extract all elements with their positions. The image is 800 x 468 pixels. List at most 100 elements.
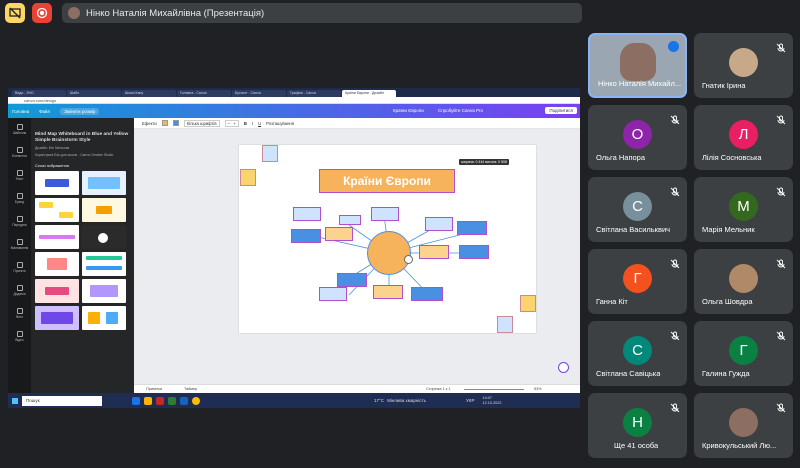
participant-tile[interactable]: С Світлана Савіцька xyxy=(588,321,687,386)
rail-item[interactable]: Додатки xyxy=(8,279,31,302)
border-swatch[interactable] xyxy=(172,120,179,126)
browser-tab[interactable]: Види - ЗНО xyxy=(12,90,66,97)
template-thumb[interactable] xyxy=(82,306,126,330)
rail-item[interactable]: Проєкти xyxy=(8,256,31,279)
rail-item[interactable]: Передати xyxy=(8,210,31,233)
participant-tile[interactable]: М Марія Мельник xyxy=(694,177,793,242)
participant-tile[interactable]: Л Лілія Сосновська xyxy=(694,105,793,170)
template-thumb[interactable] xyxy=(35,252,79,276)
canva-header: Головна Файл Змінити розмір Країни Європ… xyxy=(8,104,580,118)
share-button[interactable]: Поділитися xyxy=(545,107,577,114)
sticky-note[interactable] xyxy=(520,295,536,312)
app-icon[interactable] xyxy=(168,396,176,405)
map-node[interactable] xyxy=(293,207,321,221)
board-title-box[interactable]: Країни Європи xyxy=(319,169,455,193)
italic-button[interactable]: I xyxy=(252,121,253,126)
rail-label: Фото xyxy=(15,315,24,319)
center-node[interactable] xyxy=(367,231,411,275)
app-icon[interactable] xyxy=(144,396,152,405)
sticky-note[interactable] xyxy=(262,145,278,162)
app-icon[interactable] xyxy=(180,396,188,405)
underline-button[interactable]: U xyxy=(258,121,261,126)
map-node[interactable] xyxy=(371,207,399,221)
sticky-note[interactable] xyxy=(497,316,513,333)
map-node[interactable] xyxy=(339,215,361,225)
template-thumb[interactable] xyxy=(82,279,126,303)
record-button[interactable] xyxy=(32,3,52,23)
effects-button[interactable]: Ефекти xyxy=(142,121,157,126)
app-icon[interactable] xyxy=(132,396,140,405)
taskbar-search[interactable]: Пошук xyxy=(22,395,102,406)
rail-item[interactable]: Відео xyxy=(8,325,31,348)
zoom-slider[interactable] xyxy=(464,389,524,390)
template-thumb[interactable] xyxy=(82,171,126,195)
participant-tile[interactable]: О Ольга Напора xyxy=(588,105,687,170)
map-node[interactable] xyxy=(319,287,347,301)
map-node[interactable] xyxy=(325,227,353,241)
mic-off-icon xyxy=(776,40,786,53)
browser-tab[interactable]: Головна - Canva xyxy=(177,90,231,97)
browser-tab[interactable]: Графіки - Canva xyxy=(287,90,341,97)
rail-item[interactable]: Шаблони xyxy=(8,118,31,141)
browser-tab[interactable]: Шабл xyxy=(67,90,121,97)
try-pro-button[interactable]: Спробуйте Canva Pro xyxy=(438,108,483,113)
mic-off-icon xyxy=(776,256,786,269)
rail-item[interactable]: Бренд xyxy=(8,187,31,210)
assistant-button[interactable] xyxy=(558,362,569,373)
template-thumb[interactable] xyxy=(35,171,79,195)
template-thumb[interactable] xyxy=(82,252,126,276)
map-node[interactable] xyxy=(419,245,449,259)
position-button[interactable]: Розташування xyxy=(266,121,294,126)
whiteboard[interactable]: Країни Європи ширина: 0 444 висота: 0 50… xyxy=(239,145,536,333)
template-thumb[interactable] xyxy=(35,225,79,249)
template-note: Користувачі Edu-для школи - Canva Creati… xyxy=(35,153,114,157)
cast-off-button[interactable] xyxy=(5,3,25,23)
chrome-icon[interactable] xyxy=(192,396,200,405)
home-link[interactable]: Головна xyxy=(12,109,29,114)
map-node[interactable] xyxy=(411,287,443,301)
participant-tile[interactable]: Кривокульський Лю... xyxy=(694,393,793,458)
template-thumb[interactable] xyxy=(35,198,79,222)
canvas-area[interactable]: Країни Європи ширина: 0 444 висота: 0 50… xyxy=(134,129,580,384)
weather-desc: Мінлива хмарність xyxy=(387,398,427,403)
start-icon[interactable] xyxy=(12,397,18,404)
map-node[interactable] xyxy=(337,273,367,287)
font-select[interactable]: Кілька шрифтів xyxy=(183,119,220,127)
design-title[interactable]: Країни Європи xyxy=(393,108,424,113)
map-node[interactable] xyxy=(457,221,487,235)
rotate-handle[interactable] xyxy=(404,255,413,264)
template-thumb[interactable] xyxy=(82,225,126,249)
participant-tile[interactable]: Н Ще 41 особа xyxy=(588,393,687,458)
font-size[interactable]: – + xyxy=(224,119,239,127)
fill-swatch[interactable] xyxy=(161,120,168,126)
template-thumb[interactable] xyxy=(82,198,126,222)
file-menu[interactable]: Файл xyxy=(39,109,50,114)
browser-tab[interactable]: Бухгалт - Canva xyxy=(232,90,286,97)
browser-tab[interactable]: Шкалі Кану xyxy=(122,90,176,97)
bold-button[interactable]: B xyxy=(244,121,247,126)
map-node[interactable] xyxy=(291,229,321,243)
participant-tile[interactable]: Г Галина Гужда xyxy=(694,321,793,386)
map-node[interactable] xyxy=(459,245,489,259)
map-node[interactable] xyxy=(373,285,403,299)
participant-tile[interactable]: Г Ганна Кіт xyxy=(588,249,687,314)
sticky-note[interactable] xyxy=(240,169,256,186)
browser-tab[interactable]: Країни Європи - Дизайн xyxy=(342,90,396,97)
map-node[interactable] xyxy=(425,217,453,231)
participant-avatar: М xyxy=(729,192,758,221)
resize-button[interactable]: Змінити розмір xyxy=(60,107,100,115)
participant-video xyxy=(620,43,656,81)
participant-tile[interactable]: С Світлана Васильквич xyxy=(588,177,687,242)
template-thumb[interactable] xyxy=(35,306,79,330)
participant-tile[interactable]: Ольга Шовдра xyxy=(694,249,793,314)
template-thumb[interactable] xyxy=(35,279,79,303)
participant-avatar xyxy=(729,264,758,293)
participant-tile[interactable]: Гнатик Ірина xyxy=(694,33,793,98)
rail-item[interactable]: Фото xyxy=(8,302,31,325)
rail-item[interactable]: Текст xyxy=(8,164,31,187)
participant-tile[interactable]: Нінко Наталія Михайл... xyxy=(588,33,687,98)
rail-item[interactable]: Елементи xyxy=(8,141,31,164)
rail-item[interactable]: Малювання xyxy=(8,233,31,256)
app-icon[interactable] xyxy=(156,396,164,405)
rail-icon xyxy=(16,147,23,153)
